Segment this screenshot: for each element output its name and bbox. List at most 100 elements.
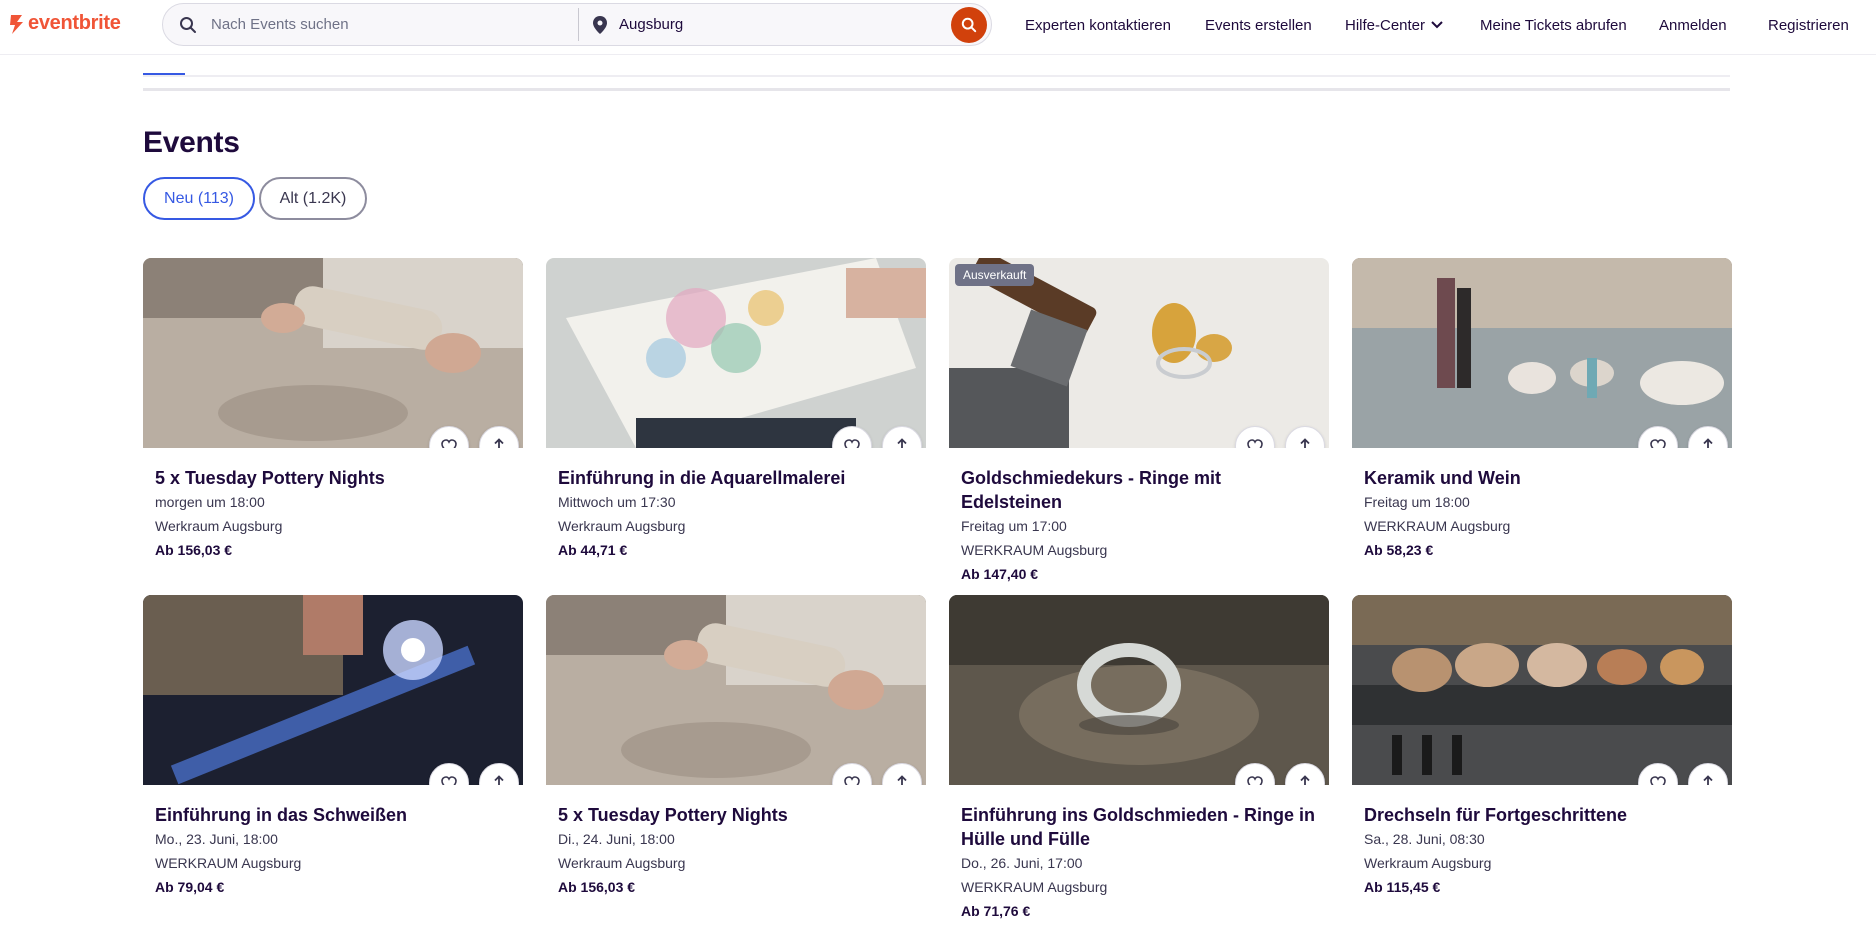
event-image[interactable] (143, 595, 523, 785)
favorite-button[interactable] (429, 426, 469, 448)
event-title[interactable]: Keramik und Wein (1364, 466, 1720, 490)
nav-signup[interactable]: Registrieren (1768, 0, 1849, 50)
event-title[interactable]: 5 x Tuesday Pottery Nights (155, 466, 511, 490)
heart-icon (1650, 438, 1666, 448)
event-venue: WERKRAUM Augsburg (155, 855, 302, 871)
favorite-button[interactable] (1235, 426, 1275, 448)
heart-icon (844, 438, 860, 448)
event-date: Freitag um 17:00 (961, 518, 1067, 534)
share-button[interactable] (1285, 763, 1325, 785)
event-venue: WERKRAUM Augsburg (1364, 518, 1511, 534)
event-date: Do., 26. Juni, 17:00 (961, 855, 1083, 871)
event-price: Ab 156,03 € (558, 879, 636, 895)
nav-contact-experts[interactable]: Experten kontaktieren (1025, 0, 1171, 50)
event-card[interactable]: Ausverkauft Goldschmiedekurs - Ringe mit… (949, 258, 1329, 586)
heart-icon (1650, 775, 1666, 785)
event-price: Ab 79,04 € (155, 879, 225, 895)
share-button[interactable] (479, 426, 519, 448)
event-title[interactable]: 5 x Tuesday Pottery Nights (558, 803, 914, 827)
share-button[interactable] (882, 426, 922, 448)
nav-login[interactable]: Anmelden (1659, 0, 1727, 50)
card-actions (832, 426, 922, 448)
share-button[interactable] (1688, 426, 1728, 448)
event-price: Ab 71,76 € (961, 903, 1031, 919)
event-card[interactable]: Einführung in das Schweißen Mo., 23. Jun… (143, 595, 523, 899)
event-date: Di., 24. Juni, 18:00 (558, 831, 675, 847)
share-icon (897, 775, 907, 785)
event-price: Ab 156,03 € (155, 542, 233, 558)
event-price: Ab 147,40 € (961, 566, 1039, 582)
event-price: Ab 58,23 € (1364, 542, 1434, 558)
share-icon (897, 438, 907, 448)
event-image[interactable] (1352, 595, 1732, 785)
favorite-button[interactable] (1638, 426, 1678, 448)
heart-icon (441, 438, 457, 448)
event-date: Mo., 23. Juni, 18:00 (155, 831, 278, 847)
favorite-button[interactable] (832, 763, 872, 785)
event-card[interactable]: Drechseln für Fortgeschrittene Sa., 28. … (1352, 595, 1732, 899)
event-card[interactable]: 5 x Tuesday Pottery Nights morgen um 18:… (143, 258, 523, 562)
section-divider (143, 88, 1730, 91)
filter-new-button[interactable]: Neu (113) (143, 177, 255, 220)
sold-out-badge: Ausverkauft (955, 264, 1035, 286)
pottery-photo (143, 258, 523, 448)
heart-icon (844, 775, 860, 785)
heart-icon (1247, 775, 1263, 785)
card-actions (429, 426, 519, 448)
favorite-button[interactable] (832, 426, 872, 448)
search-submit-button[interactable] (951, 6, 987, 43)
chevron-down-icon (1431, 21, 1443, 29)
favorite-button[interactable] (1235, 763, 1275, 785)
event-card[interactable]: Keramik und Wein Freitag um 18:00 WERKRA… (1352, 258, 1732, 562)
share-icon (1300, 775, 1310, 785)
share-button[interactable] (1285, 426, 1325, 448)
filter-old-button[interactable]: Alt (1.2K) (259, 177, 367, 220)
event-title[interactable]: Einführung in das Schweißen (155, 803, 511, 827)
event-title[interactable]: Einführung ins Goldschmieden - Ringe in … (961, 803, 1317, 851)
eventbrite-logo[interactable]: eventbrite (8, 12, 121, 35)
card-actions (1235, 426, 1325, 448)
card-actions (1235, 763, 1325, 785)
events-heading: Events (143, 126, 240, 159)
event-search-input[interactable] (211, 16, 511, 33)
event-image[interactable]: Ausverkauft (949, 258, 1329, 448)
share-button[interactable] (1688, 763, 1728, 785)
event-image[interactable] (143, 258, 523, 448)
share-button[interactable] (479, 763, 519, 785)
share-button[interactable] (882, 763, 922, 785)
favorite-button[interactable] (429, 763, 469, 785)
event-venue: Werkraum Augsburg (558, 855, 686, 871)
event-venue: WERKRAUM Augsburg (961, 879, 1108, 895)
event-venue: Werkraum Augsburg (155, 518, 283, 534)
event-title[interactable]: Goldschmiedekurs - Ringe mit Edelsteinen (961, 466, 1317, 514)
location-input[interactable] (619, 16, 919, 33)
nav-create-events[interactable]: Events erstellen (1205, 0, 1312, 50)
event-image[interactable] (1352, 258, 1732, 448)
eventbrite-logo-icon (10, 14, 23, 34)
event-venue: WERKRAUM Augsburg (961, 542, 1108, 558)
heart-icon (1247, 438, 1263, 448)
event-image[interactable] (546, 595, 926, 785)
share-icon (494, 775, 504, 785)
event-date: Freitag um 18:00 (1364, 494, 1470, 510)
event-price: Ab 44,71 € (558, 542, 628, 558)
event-date: Mittwoch um 17:30 (558, 494, 676, 510)
nav-find-tickets[interactable]: Meine Tickets abrufen (1480, 0, 1627, 50)
top-header: eventbrite Experten kontaktieren Events … (0, 0, 1876, 55)
nav-help-center[interactable]: Hilfe-Center (1345, 0, 1443, 50)
event-image[interactable] (546, 258, 926, 448)
share-icon (1703, 775, 1713, 785)
location-pin-icon (593, 15, 607, 34)
ceramics-wine-photo (1352, 258, 1732, 448)
event-date: Sa., 28. Juni, 08:30 (1364, 831, 1485, 847)
event-title[interactable]: Einführung in die Aquarellmalerei (558, 466, 914, 490)
event-card[interactable]: Einführung ins Goldschmieden - Ringe in … (949, 595, 1329, 923)
card-actions (429, 763, 519, 785)
event-card[interactable]: 5 x Tuesday Pottery Nights Di., 24. Juni… (546, 595, 926, 899)
heart-icon (441, 775, 457, 785)
event-title[interactable]: Drechseln für Fortgeschrittene (1364, 803, 1720, 827)
event-image[interactable] (949, 595, 1329, 785)
event-card[interactable]: Einführung in die Aquarellmalerei Mittwo… (546, 258, 926, 562)
search-segment (163, 8, 579, 41)
favorite-button[interactable] (1638, 763, 1678, 785)
